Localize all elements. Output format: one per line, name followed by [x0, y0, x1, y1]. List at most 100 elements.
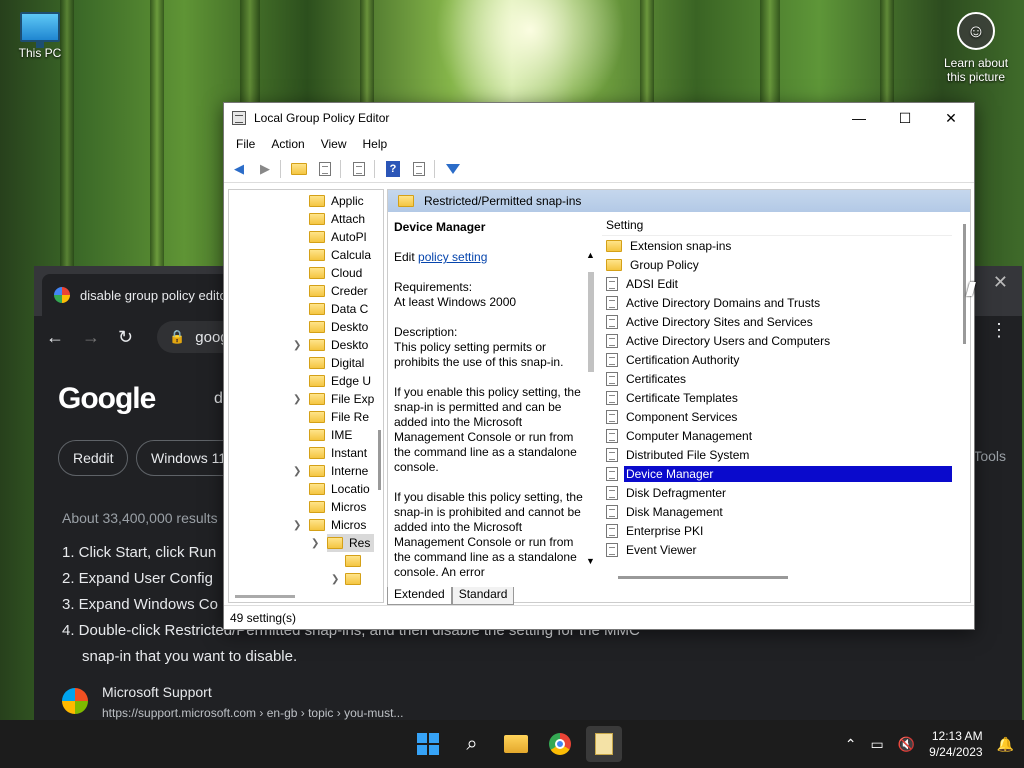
filter-button[interactable]	[442, 158, 464, 180]
reload-icon[interactable]: ↻	[118, 327, 133, 348]
gpo-taskbar-button[interactable]	[586, 726, 622, 762]
menu-help[interactable]: Help	[355, 137, 396, 151]
volume-muted-icon[interactable]: 🔇	[898, 736, 915, 753]
tree-item[interactable]: Deskto	[309, 336, 368, 354]
list-item[interactable]: Active Directory Domains and Trusts	[602, 293, 952, 312]
tree-item[interactable]: Attach	[309, 210, 365, 228]
list-horizontal-scrollbar[interactable]	[618, 576, 788, 579]
list-item[interactable]: Enterprise PKI	[602, 521, 952, 540]
start-button[interactable]	[410, 726, 446, 762]
gpo-window[interactable]: Local Group Policy Editor — ☐ ✕ File Act…	[223, 102, 975, 630]
list-item[interactable]: Certificate Templates	[602, 388, 952, 407]
search-query-partial[interactable]: d	[214, 390, 223, 408]
back-icon[interactable]: ←	[46, 327, 64, 348]
scroll-up-icon[interactable]: ▲	[586, 250, 595, 260]
console-tree[interactable]: Applic Attach AutoPl Calcula Cloud Crede…	[228, 189, 384, 603]
google-logo[interactable]: Google	[58, 382, 156, 416]
tree-item[interactable]: Creder	[309, 282, 368, 300]
tree-item[interactable]	[345, 570, 367, 588]
tree-item[interactable]: Calcula	[309, 246, 371, 264]
description-scrollbar[interactable]: ▲ ▼	[584, 250, 598, 566]
list-item[interactable]: Distributed File System	[602, 445, 952, 464]
list-item[interactable]: Group Policy	[602, 255, 952, 274]
column-header-setting[interactable]: Setting	[602, 214, 952, 236]
tree-vertical-scrollbar[interactable]	[378, 430, 381, 490]
properties-button[interactable]	[408, 158, 430, 180]
list-item[interactable]: Component Services	[602, 407, 952, 426]
chrome-close-icon[interactable]: ✕	[993, 272, 1008, 293]
tree-item[interactable]: Cloud	[309, 264, 362, 282]
chip-reddit[interactable]: Reddit	[58, 440, 129, 476]
network-icon[interactable]: ▭	[871, 736, 884, 753]
maximize-button[interactable]: ☐	[882, 103, 928, 133]
tree-item[interactable]: IME	[309, 426, 352, 444]
list-item[interactable]: Active Directory Users and Computers	[602, 331, 952, 350]
notification-bell-icon[interactable]: 🔔	[997, 736, 1014, 753]
chevron-up-icon[interactable]: ⌃	[845, 736, 857, 753]
scrollbar-thumb[interactable]	[588, 272, 594, 372]
chrome-tab[interactable]: disable group policy editor	[42, 274, 242, 316]
list-item[interactable]: Certificates	[602, 369, 952, 388]
list-item[interactable]: Device Manager	[602, 464, 952, 483]
menu-file[interactable]: File	[228, 137, 263, 151]
tree-item[interactable]: Interne	[309, 462, 368, 480]
export-list-button[interactable]	[348, 158, 370, 180]
tree-item[interactable]: Locatio	[309, 480, 370, 498]
chrome-button[interactable]	[542, 726, 578, 762]
tree-item[interactable]: File Re	[309, 408, 369, 426]
tools-link[interactable]: Tools	[973, 448, 1006, 464]
chrome-menu-icon[interactable]: ⋮	[990, 320, 1008, 341]
gpo-titlebar[interactable]: Local Group Policy Editor — ☐ ✕	[224, 103, 974, 133]
tree-item[interactable]: Micros	[309, 498, 366, 516]
tree-item[interactable]	[345, 552, 367, 570]
menu-view[interactable]: View	[313, 137, 355, 151]
list-item[interactable]: ADSI Edit	[602, 274, 952, 293]
tree-horizontal-scrollbar[interactable]	[235, 595, 295, 598]
tree-item[interactable]: AutoPl	[309, 228, 366, 246]
settings-list[interactable]: Setting Extension snap-ins Group Policy AD…	[602, 214, 952, 570]
list-item[interactable]: Certification Authority	[602, 350, 952, 369]
up-folder-button[interactable]	[288, 158, 310, 180]
desktop-icon-this-pc[interactable]: This PC	[12, 12, 68, 60]
show-hide-tree-button[interactable]	[314, 158, 336, 180]
tree-item[interactable]: File Exp	[309, 390, 374, 408]
tree-item[interactable]: Micros	[309, 516, 366, 534]
tree-item[interactable]: Deskto	[309, 318, 368, 336]
collapse-chevron-icon[interactable]: ❯	[311, 538, 319, 549]
list-item[interactable]: Event Viewer	[602, 540, 952, 559]
search-button[interactable]: ⌕	[454, 726, 490, 762]
list-item[interactable]: Disk Defragmenter	[602, 483, 952, 502]
file-explorer-button[interactable]	[498, 726, 534, 762]
list-item[interactable]: Active Directory Sites and Services	[602, 312, 952, 331]
result-url[interactable]: https://support.microsoft.com › en-gb › …	[102, 706, 403, 720]
policy-setting-link[interactable]: policy setting	[418, 250, 487, 264]
forward-icon[interactable]: →	[82, 327, 100, 348]
tree-item[interactable]: Data C	[309, 300, 368, 318]
tree-item[interactable]: Digital	[309, 354, 364, 372]
menu-action[interactable]: Action	[263, 137, 312, 151]
help-button[interactable]: ?	[382, 158, 404, 180]
collapse-chevron-icon[interactable]: ❯	[293, 520, 301, 531]
scroll-down-icon[interactable]: ▼	[586, 556, 595, 566]
clock[interactable]: 12:13 AM 9/24/2023	[929, 728, 982, 760]
tab-extended[interactable]: Extended	[387, 587, 452, 605]
expand-chevron-icon[interactable]: ❯	[331, 574, 339, 585]
expand-chevron-icon[interactable]: ❯	[293, 394, 301, 405]
forward-arrow-icon[interactable]: ▶	[254, 158, 276, 180]
learn-about-picture[interactable]: ☺ Learn about this picture	[936, 12, 1016, 84]
expand-chevron-icon[interactable]: ❯	[293, 466, 301, 477]
back-arrow-icon[interactable]: ◀	[228, 158, 250, 180]
list-vertical-scrollbar[interactable]	[963, 224, 966, 344]
tab-standard[interactable]: Standard	[451, 587, 515, 605]
result-title[interactable]: Microsoft Support	[102, 684, 212, 700]
tree-item-restricted-snap-ins[interactable]: Res	[327, 534, 375, 552]
list-item[interactable]: Computer Management	[602, 426, 952, 445]
minimize-button[interactable]: —	[836, 103, 882, 133]
list-item[interactable]: Disk Management	[602, 502, 952, 521]
expand-chevron-icon[interactable]: ❯	[293, 340, 301, 351]
tree-item[interactable]: Instant	[309, 444, 367, 462]
tree-item[interactable]: Edge U	[309, 372, 371, 390]
tree-item[interactable]: Applic	[309, 192, 364, 210]
list-item[interactable]: Extension snap-ins	[602, 236, 952, 255]
close-button[interactable]: ✕	[928, 103, 974, 133]
